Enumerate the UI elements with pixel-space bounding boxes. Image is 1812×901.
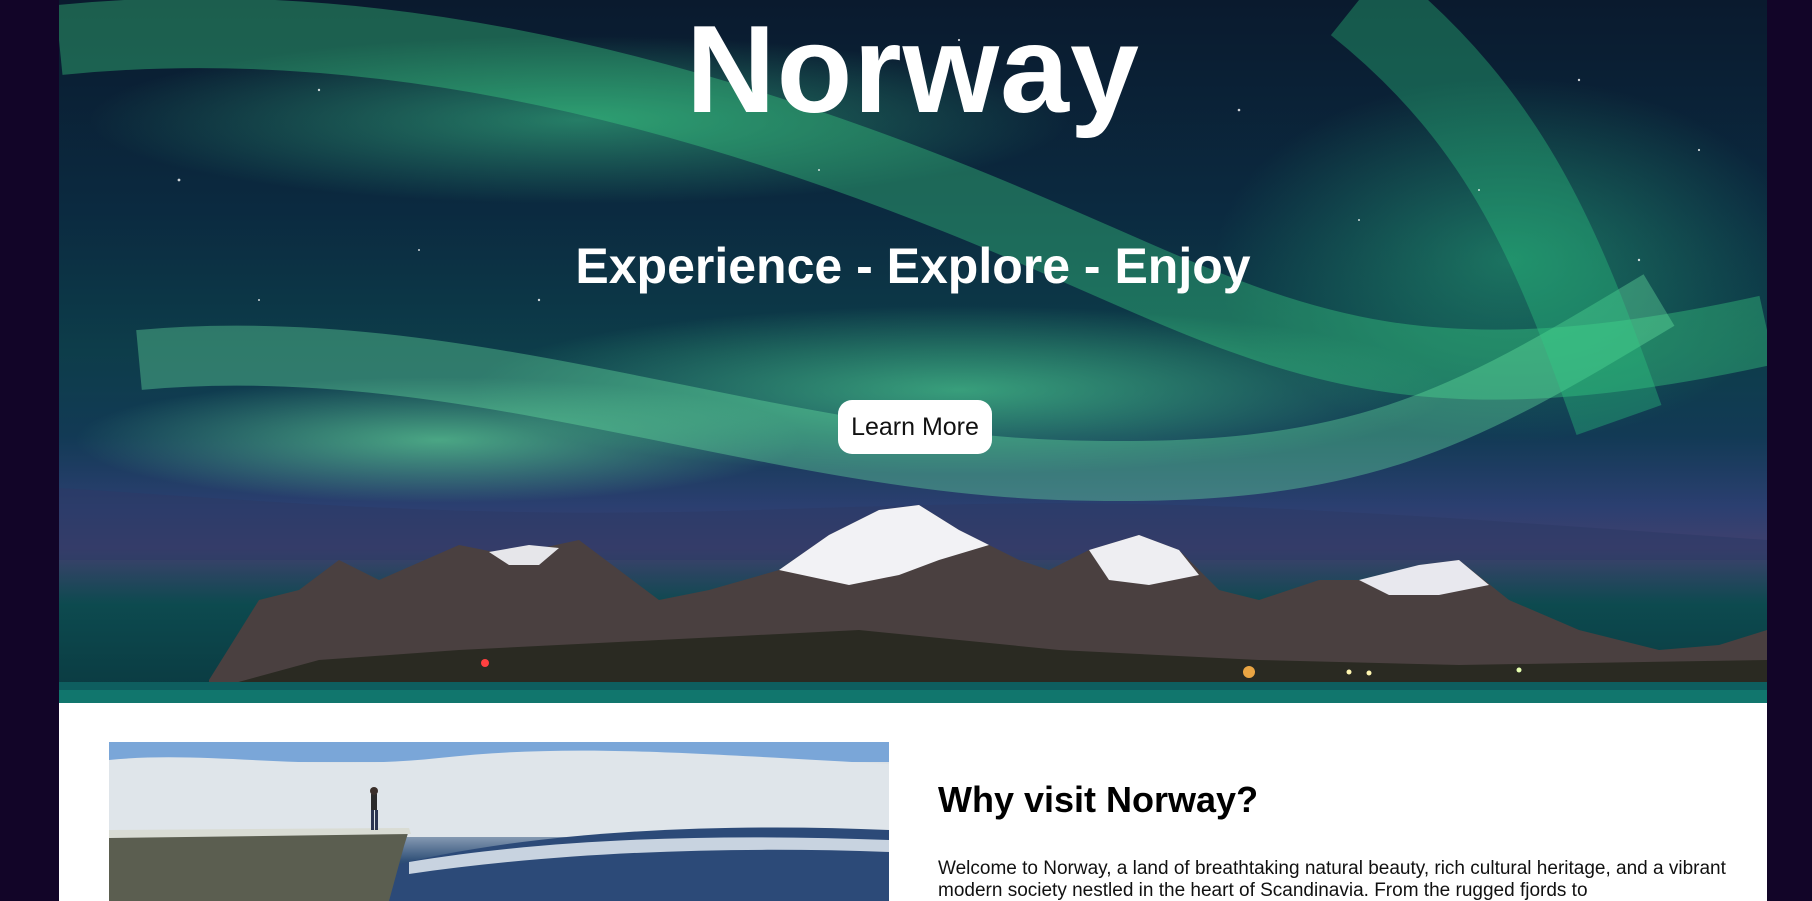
section-title: Why visit Norway?	[938, 779, 1259, 820]
cliff-hiker-image	[109, 742, 889, 901]
hero-subtitle: Experience - Explore - Enjoy	[575, 238, 1251, 294]
page-container: Norway Experience - Explore - Enjoy Lear…	[59, 0, 1767, 901]
intro-paragraph: Welcome to Norway, a land of breathtakin…	[938, 858, 1726, 901]
hero-section: Norway Experience - Explore - Enjoy Lear…	[59, 0, 1767, 703]
hero-title: Norway	[686, 1, 1140, 139]
learn-more-button[interactable]: Learn More	[838, 400, 992, 454]
